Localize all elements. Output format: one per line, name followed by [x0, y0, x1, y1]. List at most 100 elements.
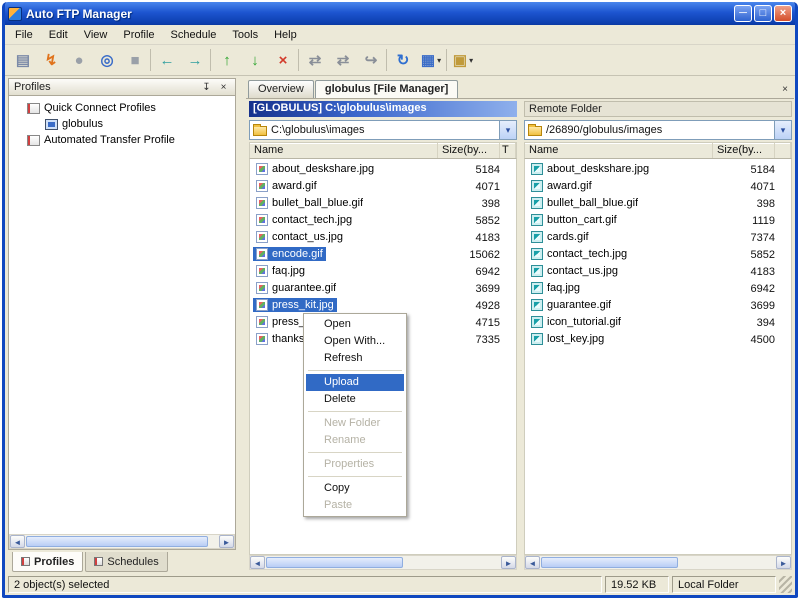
- scroll-left-button[interactable]: ◄: [10, 535, 25, 548]
- context-menu-item[interactable]: Properties: [306, 456, 404, 473]
- combo-dropdown-button[interactable]: ▾: [499, 121, 516, 139]
- context-menu-item[interactable]: Upload: [306, 374, 404, 391]
- tab-close-icon[interactable]: ×: [778, 84, 792, 95]
- contact_us.jpg[interactable]: contact_us.jpg 4183: [250, 229, 516, 246]
- encode.gif[interactable]: encode.gif 15062: [250, 246, 516, 263]
- cards.gif[interactable]: cards.gif 7374: [525, 229, 791, 246]
- guarantee.gif[interactable]: guarantee.gif 3699: [525, 297, 791, 314]
- scrollbar-thumb[interactable]: [26, 536, 209, 547]
- menu-item[interactable]: Tools: [224, 26, 266, 44]
- refresh-button[interactable]: ↻ ▾: [390, 48, 416, 73]
- connect-button[interactable]: ↯ ▾: [38, 48, 64, 73]
- scroll-right-button[interactable]: ►: [776, 556, 791, 569]
- menu-item[interactable]: Schedule: [163, 26, 225, 44]
- column-header[interactable]: [775, 143, 791, 158]
- scroll-right-button[interactable]: ►: [219, 535, 234, 548]
- toolbar-button-icon: ▤: [15, 52, 31, 69]
- download-button[interactable]: ↓ ▾: [242, 48, 268, 73]
- scrollbar-thumb[interactable]: [266, 557, 403, 568]
- award.gif[interactable]: award.gif 4071: [525, 178, 791, 195]
- icon_tutorial.gif[interactable]: icon_tutorial.gif 394: [525, 314, 791, 331]
- back-button[interactable]: ← ▾: [154, 48, 180, 73]
- context-menu-item[interactable]: Open With...: [306, 333, 404, 350]
- contact_tech.jpg[interactable]: contact_tech.jpg 5852: [250, 212, 516, 229]
- scroll-right-button[interactable]: ►: [501, 556, 516, 569]
- document-tab[interactable]: globulus [File Manager]: [314, 80, 459, 98]
- resume-transfer-button[interactable]: ↪ ▾: [358, 48, 384, 73]
- column-header[interactable]: Name: [250, 143, 438, 158]
- column-header[interactable]: Size(by...: [713, 143, 775, 158]
- press_kit.jpg[interactable]: press_kit.jpg 4928: [250, 297, 516, 314]
- button_cart.gif[interactable]: button_cart.gif 1119: [525, 212, 791, 229]
- column-header[interactable]: T: [500, 143, 516, 158]
- document-tab[interactable]: Overview: [248, 80, 314, 98]
- context-menu-item[interactable]: Refresh: [306, 350, 404, 367]
- menu-item[interactable]: Help: [266, 26, 305, 44]
- folder-options-button[interactable]: ▣ ▾: [450, 48, 476, 73]
- tree-item[interactable]: globulus: [9, 116, 235, 132]
- panel-tab[interactable]: Profiles: [12, 552, 84, 572]
- upload-button[interactable]: ↑ ▾: [214, 48, 240, 73]
- new-profile-button[interactable]: ▤ ▾: [10, 48, 36, 73]
- image-file-icon: [531, 298, 543, 311]
- context-menu-item[interactable]: New Folder: [306, 415, 404, 432]
- local-path-combo[interactable]: C:\globulus\images ▾: [249, 120, 517, 140]
- cancel-all-transfers-button[interactable]: ⇄ ▾: [330, 48, 356, 73]
- file-size: 4071: [475, 180, 500, 193]
- disconnect-button[interactable]: ● ▾: [66, 48, 92, 73]
- bullet_ball_blue.gif[interactable]: bullet_ball_blue.gif 398: [250, 195, 516, 212]
- image-file-icon: [256, 332, 268, 345]
- menu-item[interactable]: View: [76, 26, 116, 44]
- menu-item[interactable]: Profile: [115, 26, 162, 44]
- guarantee.gif[interactable]: guarantee.gif 3699: [250, 280, 516, 297]
- context-menu-item[interactable]: Delete: [306, 391, 404, 408]
- combo-dropdown-button[interactable]: ▾: [774, 121, 791, 139]
- file-name: about_deskshare.jpg: [272, 162, 375, 175]
- panel-close-icon[interactable]: ×: [217, 82, 230, 93]
- delete-button[interactable]: × ▾: [270, 48, 296, 73]
- folder-icon: [528, 124, 542, 136]
- bullet_ball_blue.gif[interactable]: bullet_ball_blue.gif 398: [525, 195, 791, 212]
- scroll-left-button[interactable]: ◄: [250, 556, 265, 569]
- faq.jpg[interactable]: faq.jpg 6942: [250, 263, 516, 280]
- contact_us.jpg[interactable]: contact_us.jpg 4183: [525, 263, 791, 280]
- close-button[interactable]: ×: [774, 5, 792, 22]
- toolbar-button-icon: ◎: [100, 52, 114, 69]
- context-menu-item[interactable]: Paste: [306, 497, 404, 514]
- faq.jpg[interactable]: faq.jpg 6942: [525, 280, 791, 297]
- contact_tech.jpg[interactable]: contact_tech.jpg 5852: [525, 246, 791, 263]
- profiles-tree: Quick Connect Profiles globulus Automate…: [9, 96, 235, 534]
- about_deskshare.jpg[interactable]: about_deskshare.jpg 5184: [250, 161, 516, 178]
- menu-item[interactable]: Edit: [41, 26, 76, 44]
- profiles-tree-box: Quick Connect Profiles globulus Automate…: [8, 96, 236, 550]
- forward-button[interactable]: → ▾: [182, 48, 208, 73]
- tree-item[interactable]: Quick Connect Profiles: [9, 100, 235, 116]
- remote-path-combo[interactable]: /26890/globulus/images ▾: [524, 120, 792, 140]
- menu-item[interactable]: File: [7, 26, 41, 44]
- remote-hscrollbar[interactable]: ◄ ►: [524, 555, 792, 570]
- file-name: cards.gif: [547, 230, 589, 243]
- context-menu-item[interactable]: Rename: [306, 432, 404, 449]
- find-profile-button[interactable]: ◎ ▾: [94, 48, 120, 73]
- scroll-left-button[interactable]: ◄: [525, 556, 540, 569]
- context-menu-item[interactable]: Copy: [306, 480, 404, 497]
- views-button[interactable]: ▦ ▾: [418, 48, 444, 73]
- tree-item[interactable]: Automated Transfer Profile: [9, 132, 235, 148]
- local-hscrollbar[interactable]: ◄ ►: [249, 555, 517, 570]
- column-header[interactable]: Size(by...: [438, 143, 500, 158]
- profiles-hscrollbar[interactable]: ◄ ►: [9, 534, 235, 549]
- maximize-button[interactable]: □: [754, 5, 772, 22]
- scrollbar-thumb[interactable]: [541, 557, 678, 568]
- context-menu-item[interactable]: Open: [306, 316, 404, 333]
- award.gif[interactable]: award.gif 4071: [250, 178, 516, 195]
- stop-button[interactable]: ■ ▾: [122, 48, 148, 73]
- about_deskshare.jpg[interactable]: about_deskshare.jpg 5184: [525, 161, 791, 178]
- panel-tab[interactable]: Schedules: [85, 552, 168, 572]
- minimize-button[interactable]: ─: [734, 5, 752, 22]
- pin-icon[interactable]: ↧: [200, 82, 213, 93]
- column-header[interactable]: Name: [525, 143, 713, 158]
- image-file-icon: [531, 230, 543, 243]
- cancel-transfer-button[interactable]: ⇄ ▾: [302, 48, 328, 73]
- resize-grip[interactable]: [779, 576, 792, 593]
- lost_key.jpg[interactable]: lost_key.jpg 4500: [525, 331, 791, 348]
